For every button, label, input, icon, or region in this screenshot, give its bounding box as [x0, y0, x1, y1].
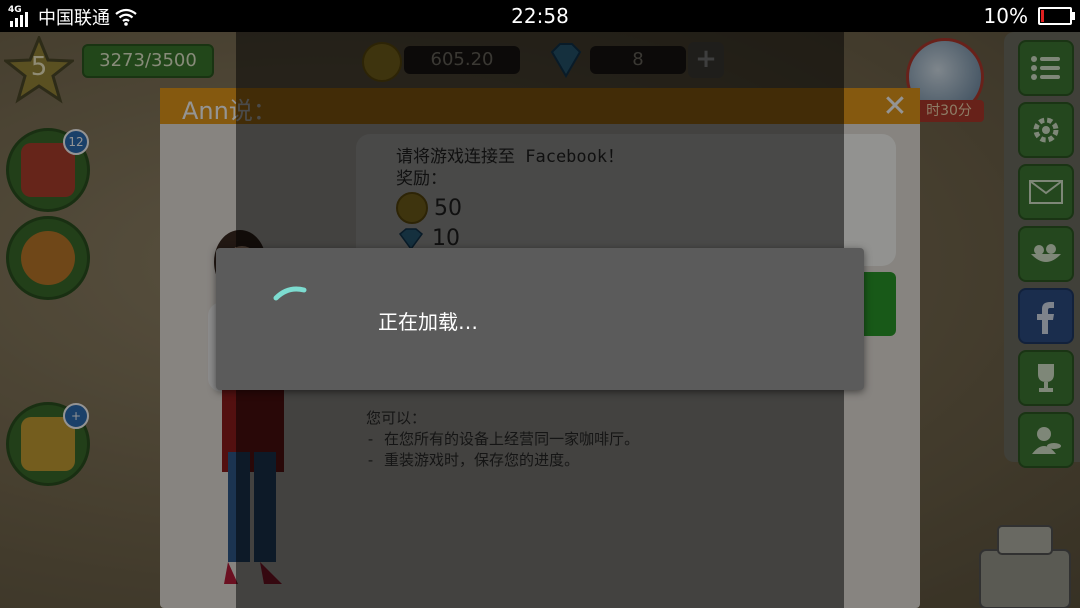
loading-dialog: 正在加载…	[216, 248, 864, 390]
status-right: 10%	[983, 4, 1075, 28]
battery-percent: 10%	[983, 4, 1028, 28]
loading-text: 正在加载…	[378, 310, 478, 334]
status-bar: 4G 中国联通 22:58 10%	[0, 0, 1080, 32]
clock: 22:58	[511, 4, 569, 28]
loading-spinner-icon	[273, 286, 307, 301]
battery-icon	[1038, 7, 1075, 25]
